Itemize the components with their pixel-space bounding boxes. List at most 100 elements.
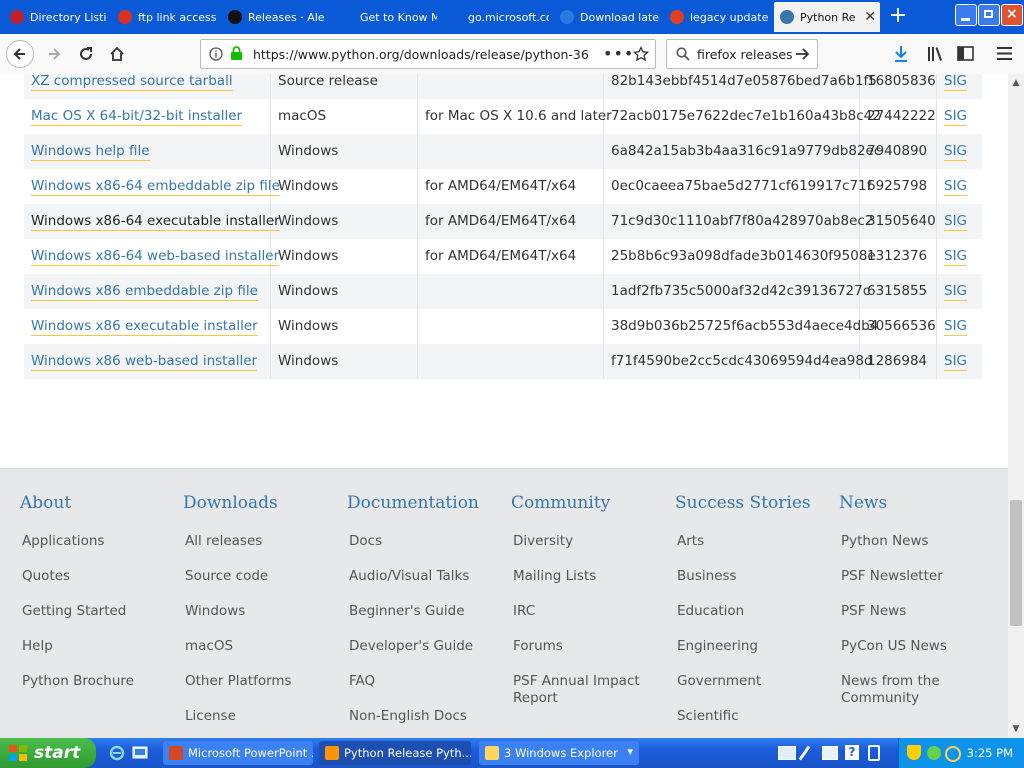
url-text[interactable]: https://www.python.org/downloads/release… bbox=[253, 47, 593, 62]
footer-heading[interactable]: News bbox=[839, 493, 991, 533]
home-button[interactable] bbox=[103, 40, 131, 68]
footer-link[interactable]: Government bbox=[677, 673, 827, 708]
sig-link[interactable]: SIG bbox=[944, 283, 968, 301]
sig-link[interactable]: SIG bbox=[944, 248, 968, 266]
cell-name[interactable]: Windows x86-64 executable installer bbox=[31, 204, 280, 239]
taskbar-button-2[interactable]: Python Release Pyth... bbox=[319, 741, 471, 765]
footer-link[interactable]: Help bbox=[22, 638, 172, 673]
vertical-scrollbar[interactable]: ▲ ▼ bbox=[1008, 74, 1024, 738]
footer-link[interactable]: License bbox=[185, 708, 335, 738]
tab-4[interactable]: Get to Know M bbox=[334, 3, 437, 31]
keyboard-icon[interactable] bbox=[778, 746, 796, 760]
sig-link[interactable]: SIG bbox=[944, 74, 968, 91]
footer-link[interactable]: Source code bbox=[185, 568, 335, 603]
cell-gpg[interactable]: SIG bbox=[944, 239, 968, 274]
cell-name[interactable]: Windows x86 executable installer bbox=[31, 309, 258, 344]
start-button[interactable]: start bbox=[0, 738, 96, 768]
close-window-button[interactable]: × bbox=[1001, 4, 1023, 26]
internet-explorer-icon[interactable] bbox=[109, 745, 125, 761]
footer-link[interactable]: Windows bbox=[185, 603, 335, 638]
cell-gpg[interactable]: SIG bbox=[944, 134, 968, 169]
search-tray-icon[interactable] bbox=[945, 746, 961, 762]
group-dropdown-icon[interactable]: ▾ bbox=[627, 745, 633, 758]
footer-link[interactable]: macOS bbox=[185, 638, 335, 673]
cell-gpg[interactable]: SIG bbox=[944, 344, 968, 379]
page-actions-icon[interactable]: ••• bbox=[603, 44, 634, 63]
footer-heading[interactable]: Documentation bbox=[347, 493, 499, 533]
search-input[interactable]: firefox releases bbox=[697, 47, 793, 62]
help-icon[interactable]: ? bbox=[845, 745, 859, 760]
tab-2[interactable]: ftp link access bbox=[112, 3, 217, 31]
cell-gpg[interactable]: SIG bbox=[944, 309, 968, 344]
cell-gpg[interactable]: SIG bbox=[944, 204, 968, 239]
back-button[interactable] bbox=[6, 40, 34, 68]
footer-heading[interactable]: About bbox=[20, 493, 172, 533]
menu-icon[interactable] bbox=[997, 47, 1012, 60]
pen-icon[interactable] bbox=[798, 745, 811, 761]
cell-name[interactable]: Mac OS X 64-bit/32-bit installer bbox=[31, 99, 243, 134]
file-link[interactable]: XZ compressed source tarball bbox=[31, 74, 233, 91]
footer-link[interactable]: Applications bbox=[22, 533, 172, 568]
file-link[interactable]: Windows x86-64 web-based installer bbox=[31, 248, 280, 266]
file-link[interactable]: Windows x86-64 embeddable zip file bbox=[31, 178, 280, 196]
footer-link[interactable]: Audio/Visual Talks bbox=[349, 568, 499, 603]
footer-link[interactable]: Getting Started bbox=[22, 603, 172, 638]
file-link[interactable]: Windows help file bbox=[31, 143, 150, 161]
restore-button[interactable] bbox=[978, 4, 1000, 26]
file-link[interactable]: Mac OS X 64-bit/32-bit installer bbox=[31, 108, 243, 126]
tab-7[interactable]: legacy update bbox=[664, 3, 769, 31]
sidebar-icon[interactable] bbox=[957, 46, 974, 61]
tab-8[interactable]: Python Re ✕ bbox=[774, 2, 880, 32]
tab-6[interactable]: Download late bbox=[554, 3, 659, 31]
taskbar-button-3[interactable]: 3 Windows Explorer ▾ bbox=[479, 741, 639, 765]
cell-name[interactable]: Windows x86 embeddable zip file bbox=[31, 274, 258, 309]
security-shield-icon[interactable] bbox=[907, 745, 921, 760]
tab-1[interactable]: Directory Listi bbox=[4, 3, 107, 31]
cell-name[interactable]: Windows x86-64 web-based installer bbox=[31, 239, 280, 274]
tab-3[interactable]: Releases · Ale bbox=[222, 3, 329, 31]
sig-link[interactable]: SIG bbox=[944, 353, 968, 371]
cell-name[interactable]: Windows x86-64 embeddable zip file bbox=[31, 169, 280, 204]
footer-heading[interactable]: Community bbox=[511, 493, 663, 533]
show-desktop-icon[interactable] bbox=[132, 745, 148, 761]
footer-link[interactable]: Developer's Guide bbox=[349, 638, 499, 673]
footer-link[interactable]: PSF News bbox=[841, 603, 991, 638]
footer-link[interactable]: Business bbox=[677, 568, 827, 603]
footer-link[interactable]: News from the Community bbox=[841, 673, 991, 708]
cell-gpg[interactable]: SIG bbox=[944, 169, 968, 204]
footer-link[interactable]: Beginner's Guide bbox=[349, 603, 499, 638]
footer-link[interactable]: IRC bbox=[513, 603, 663, 638]
footer-link[interactable]: Docs bbox=[349, 533, 499, 568]
cell-gpg[interactable]: SIG bbox=[944, 274, 968, 309]
file-link[interactable]: Windows x86 executable installer bbox=[31, 318, 258, 336]
url-bar[interactable]: https://www.python.org/downloads/release… bbox=[200, 39, 656, 69]
device-icon[interactable] bbox=[868, 745, 880, 761]
cell-gpg[interactable]: SIG bbox=[944, 99, 968, 134]
scrollbar-thumb[interactable] bbox=[1010, 500, 1022, 626]
footer-link[interactable]: Forums bbox=[513, 638, 663, 673]
close-tab-icon[interactable]: ✕ bbox=[864, 9, 876, 25]
cell-name[interactable]: Windows help file bbox=[31, 134, 150, 169]
footer-heading[interactable]: Downloads bbox=[183, 493, 335, 533]
taskbar-button-1[interactable]: Microsoft PowerPoint ... bbox=[163, 741, 313, 765]
clock[interactable]: 3:25 PM bbox=[967, 746, 1013, 760]
minimize-button[interactable] bbox=[955, 4, 977, 26]
tablet-icon[interactable] bbox=[822, 746, 838, 760]
footer-link[interactable]: Engineering bbox=[677, 638, 827, 673]
footer-link[interactable]: All releases bbox=[185, 533, 335, 568]
footer-link[interactable]: Other Platforms bbox=[185, 673, 335, 708]
file-link[interactable]: Windows x86 embeddable zip file bbox=[31, 283, 258, 301]
sig-link[interactable]: SIG bbox=[944, 108, 968, 126]
file-link[interactable]: Windows x86 web-based installer bbox=[31, 353, 258, 371]
footer-link[interactable]: Scientific bbox=[677, 708, 827, 738]
footer-link[interactable]: Mailing Lists bbox=[513, 568, 663, 603]
footer-link[interactable]: Education bbox=[677, 603, 827, 638]
footer-link[interactable]: Arts bbox=[677, 533, 827, 568]
footer-link[interactable]: Non-English Docs bbox=[349, 708, 499, 738]
download-icon[interactable] bbox=[893, 45, 909, 63]
footer-link[interactable]: PSF Newsletter bbox=[841, 568, 991, 603]
go-arrow-icon[interactable] bbox=[795, 47, 810, 61]
scroll-down-arrow-icon[interactable]: ▼ bbox=[1010, 722, 1022, 736]
footer-link[interactable]: PSF Annual Impact Report bbox=[513, 673, 663, 708]
library-icon[interactable] bbox=[927, 46, 943, 62]
